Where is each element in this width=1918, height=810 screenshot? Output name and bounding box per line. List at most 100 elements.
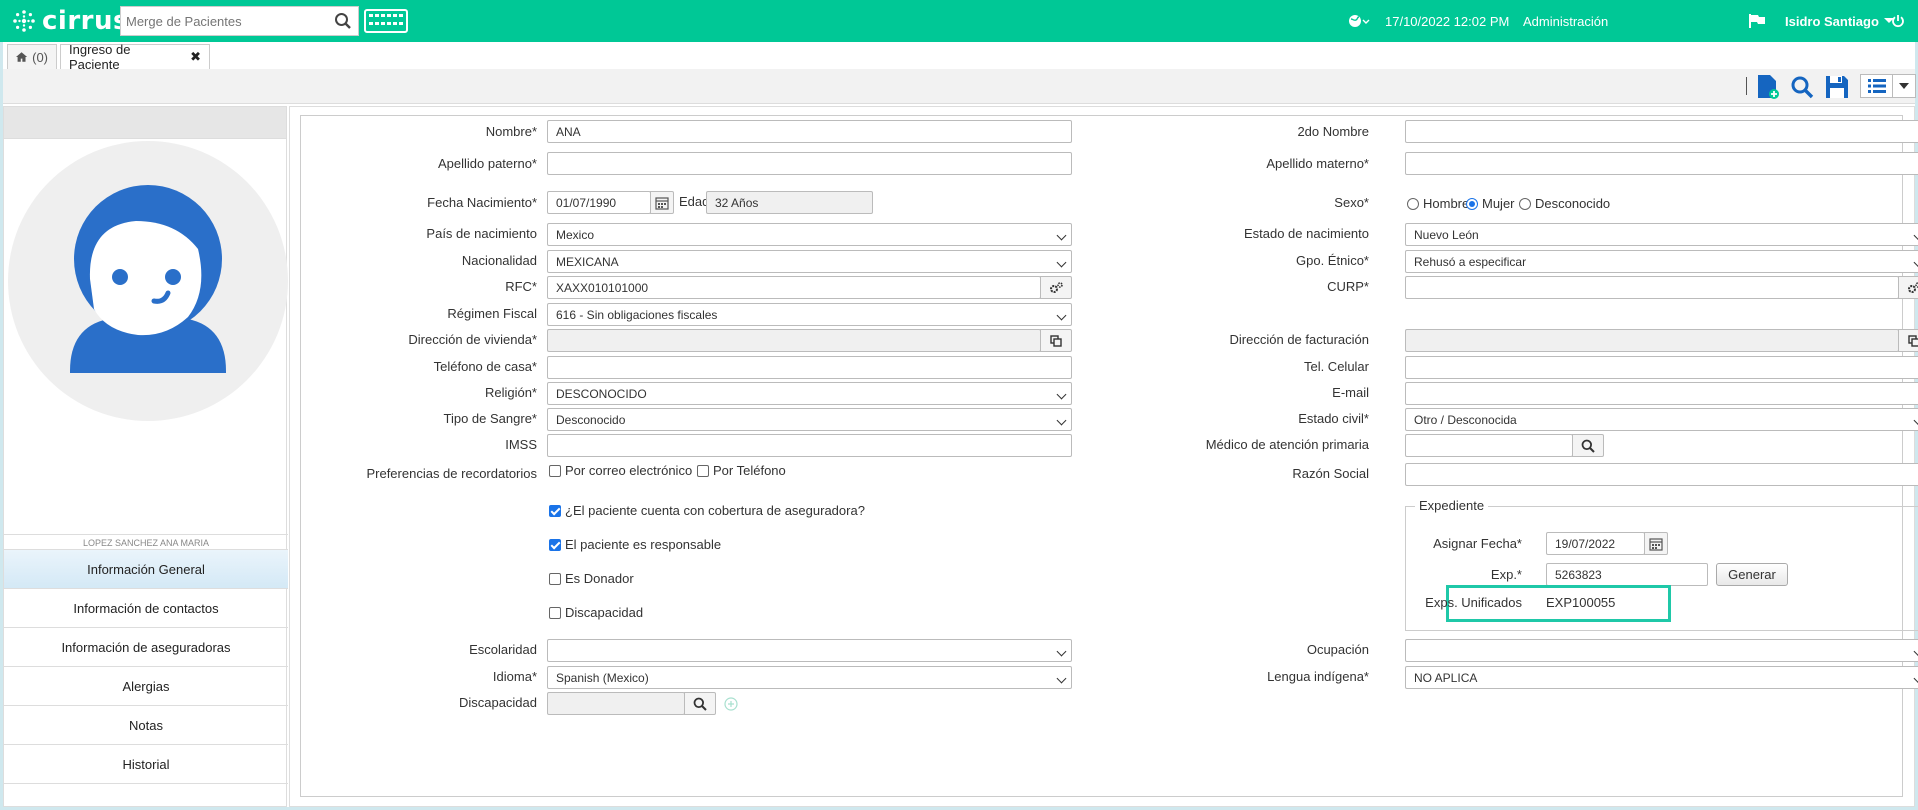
notifications-flag[interactable]: [1748, 0, 1766, 42]
patient-sidebar: LOPEZ SANCHEZ ANA MARIA Información Gene…: [3, 106, 288, 807]
save-button[interactable]: [1824, 74, 1850, 100]
estado-nacimiento-select[interactable]: Nuevo León: [1405, 223, 1918, 246]
apellido-materno-input[interactable]: [1405, 152, 1918, 175]
main-content: Nombre* ANA 2do Nombre Apellido paterno*…: [289, 106, 1918, 807]
fecha-nacimiento-label: Fecha Nacimiento*: [427, 195, 537, 210]
keyboard-icon[interactable]: [364, 9, 408, 33]
imss-input[interactable]: [547, 434, 1072, 457]
search-record-button[interactable]: [1789, 74, 1815, 100]
grupo-etnico-select[interactable]: Rehusó a especificar: [1405, 250, 1918, 273]
cobertura-label: ¿El paciente cuenta con cobertura de ase…: [565, 503, 865, 518]
sexo-desconocido-radio[interactable]: Desconocido: [1519, 196, 1610, 211]
email-input[interactable]: [1405, 382, 1918, 405]
fecha-nacimiento-input[interactable]: 01/07/1990: [547, 191, 651, 214]
segundo-nombre-input[interactable]: [1405, 120, 1918, 143]
regimen-fiscal-label: Régimen Fiscal: [447, 306, 537, 321]
escolaridad-select[interactable]: [547, 639, 1072, 662]
generate-curp-button[interactable]: [1898, 276, 1918, 299]
medico-search-button[interactable]: [1572, 434, 1604, 457]
ocupacion-select[interactable]: [1405, 639, 1918, 662]
calendar-icon: [655, 196, 669, 210]
new-document-button[interactable]: [1755, 74, 1781, 100]
exps-unificados-label: Exps. Unificados: [1425, 595, 1522, 610]
sidebar-item-notas[interactable]: Notas: [4, 705, 288, 745]
sidebar-item-informacion-general[interactable]: Información General: [4, 549, 288, 589]
estado-civil-select[interactable]: Otro / Desconocida: [1405, 408, 1918, 431]
donador-label: Es Donador: [565, 571, 634, 586]
razon-social-input[interactable]: [1405, 463, 1918, 486]
pref-telefono-label: Por Teléfono: [713, 463, 786, 478]
toolbar: [3, 69, 1916, 104]
edit-direccion-facturacion-button[interactable]: [1898, 329, 1918, 352]
pref-telefono-checkbox[interactable]: Por Teléfono: [697, 463, 786, 478]
exp-input[interactable]: 5263823: [1546, 563, 1708, 586]
responsable-checkbox[interactable]: El paciente es responsable: [549, 537, 721, 552]
cirrus-logo[interactable]: cirrus: [10, 6, 129, 36]
user-menu[interactable]: Isidro Santiago: [1785, 0, 1895, 42]
sexo-mujer-radio[interactable]: Mujer: [1466, 196, 1515, 211]
cobertura-checkbox[interactable]: ¿El paciente cuenta con cobertura de ase…: [549, 503, 865, 518]
patient-search-input[interactable]: [121, 7, 327, 35]
lengua-indigena-select[interactable]: NO APLICA: [1405, 666, 1918, 689]
telefono-casa-input[interactable]: [547, 356, 1072, 379]
search-button[interactable]: [327, 6, 359, 36]
discapacidad-search-button[interactable]: [684, 692, 716, 715]
telefono-casa-label: Teléfono de casa*: [433, 359, 537, 374]
tel-celular-input[interactable]: [1405, 356, 1918, 379]
asignar-fecha-input[interactable]: 19/07/2022: [1546, 532, 1645, 555]
asignar-fecha-calendar-button[interactable]: [1644, 532, 1668, 555]
generate-rfc-button[interactable]: [1040, 276, 1072, 299]
religion-select[interactable]: DESCONOCIDO: [547, 382, 1072, 405]
direccion-facturacion-input[interactable]: [1405, 329, 1899, 352]
exps-unificados-value: EXP100055: [1546, 595, 1616, 610]
calendar-icon: [1649, 537, 1663, 551]
ocupacion-label: Ocupación: [1306, 642, 1369, 657]
escolaridad-label: Escolaridad: [469, 642, 537, 657]
razon-social-label: Razón Social: [1292, 466, 1369, 481]
sidebar-item-historial[interactable]: Historial: [4, 744, 288, 784]
direccion-vivienda-input[interactable]: [547, 329, 1041, 352]
discapacidad-input[interactable]: [547, 692, 685, 715]
sidebar-item-informacion-aseguradoras[interactable]: Información de aseguradoras: [4, 627, 288, 667]
discapacidad-checkbox-label: Discapacidad: [565, 605, 644, 620]
imss-label: IMSS: [505, 437, 537, 452]
calendar-button[interactable]: [650, 191, 674, 214]
tab-home[interactable]: (0): [7, 44, 57, 69]
sidebar-item-informacion-contactos[interactable]: Información de contactos: [4, 588, 288, 628]
logout-button[interactable]: [1891, 0, 1905, 42]
add-discapacidad-button[interactable]: [724, 697, 738, 714]
close-tab-icon[interactable]: ✖: [190, 49, 201, 65]
plus-circle-icon: [724, 697, 738, 711]
patient-search-box: [120, 6, 328, 36]
tel-celular-label: Tel. Celular: [1303, 359, 1369, 374]
avatar-icon: [70, 185, 226, 373]
apellido-paterno-input[interactable]: [547, 152, 1072, 175]
nombre-label: Nombre*: [485, 124, 537, 139]
logo-text: cirrus: [42, 6, 129, 36]
medico-input[interactable]: [1405, 434, 1573, 457]
globe-icon: [1349, 15, 1370, 27]
generar-button[interactable]: Generar: [1716, 563, 1788, 586]
sexo-hombre-radio[interactable]: Hombre: [1407, 196, 1469, 211]
idioma-select[interactable]: Spanish (Mexico): [547, 666, 1072, 689]
regimen-fiscal-select[interactable]: 616 - Sin obligaciones fiscales: [547, 303, 1072, 326]
magnifier-icon: [1791, 76, 1814, 99]
donador-checkbox[interactable]: Es Donador: [549, 571, 634, 586]
nacionalidad-select[interactable]: MEXICANA: [547, 250, 1072, 273]
tab-ingreso-paciente[interactable]: Ingreso de Paciente ✖: [60, 42, 210, 72]
tipo-sangre-select[interactable]: Desconocido: [547, 408, 1072, 431]
role-label: Administración: [1523, 13, 1609, 29]
pref-email-checkbox[interactable]: Por correo electrónico: [549, 463, 692, 478]
pais-nacimiento-select[interactable]: Mexico: [547, 223, 1072, 246]
caret-down-icon: [1893, 75, 1915, 97]
sidebar-item-alergias[interactable]: Alergias: [4, 666, 288, 706]
curp-input[interactable]: [1405, 276, 1899, 299]
edit-direccion-vivienda-button[interactable]: [1040, 329, 1072, 352]
patient-avatar[interactable]: [8, 141, 288, 421]
language-selector[interactable]: [1348, 0, 1370, 42]
list-view-dropdown[interactable]: [1860, 74, 1916, 98]
discapacidad-checkbox[interactable]: Discapacidad: [549, 605, 643, 620]
nombre-input[interactable]: ANA: [547, 120, 1072, 143]
rfc-input[interactable]: XAXX010101000: [547, 276, 1041, 299]
segundo-nombre-label: 2do Nombre: [1297, 124, 1369, 139]
